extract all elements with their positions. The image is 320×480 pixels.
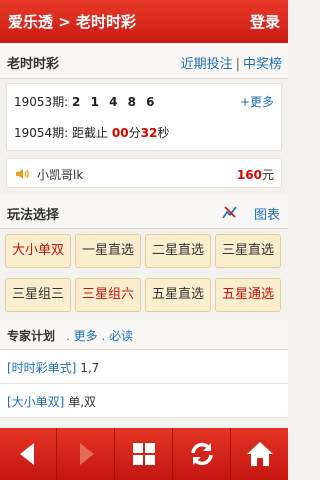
seconds-unit: 秒 [157,126,170,140]
expert-plan-title: 专家计划 [7,329,56,343]
plan-text: [大小单双] 单,双 [7,393,96,410]
breadcrumb-title[interactable]: 爱乐透 > 老时时彩 [8,11,136,32]
bottom-toolbar [0,428,288,480]
countdown-row: 19054期: 距截止 00分32秒 [14,124,169,141]
plan-tag: [时时彩单式] [7,361,77,375]
home-icon [247,442,273,466]
expert-plan-links[interactable]: . 更多 . 必读 [66,327,133,344]
more-draws-link[interactable]: +更多 [240,93,274,110]
draw-info-box: 19053期: 2 1 4 8 6 +更多 19054期: 距截止 00分32秒 [6,83,282,151]
refresh-icon [191,442,213,466]
plan-value: 1,7 [76,361,100,375]
winner-amount: 160元 [237,166,274,183]
minutes-unit: 分 [128,126,141,140]
countdown-minutes: 00 [111,126,129,140]
play-option[interactable]: 一星直选 [75,234,141,268]
play-option[interactable]: 五星直选 [145,278,211,312]
next-issue: 19054期: [14,126,69,140]
play-option[interactable]: 五星通选 [215,278,281,312]
winner-ticker[interactable]: 小凯哥lk 160元 [6,158,282,188]
sub-links: 近期投注 | 中奖榜 [181,53,282,72]
app-header: 爱乐透 > 老时时彩 登录 [0,0,288,43]
last-numbers: 2 1 4 8 6 [72,95,158,109]
lottery-name: 老时时彩 [7,57,60,72]
home-button[interactable] [232,428,289,480]
back-icon [20,443,34,465]
forward-button[interactable] [58,428,115,480]
plan-value: 单,双 [64,395,97,409]
refresh-button[interactable] [174,428,231,480]
last-issue: 19053期: [14,95,69,109]
chart-icon[interactable] [222,204,238,220]
play-option[interactable]: 三星直选 [215,234,281,268]
winner-username: 小凯哥lk [37,168,84,182]
winner-amount-value: 160 [236,168,262,182]
last-draw-row: 19053期: 2 1 4 8 6 [14,93,158,110]
recent-bets-link[interactable]: 近期投注 [181,57,233,72]
plan-text: [时时彩单式] 1,7 [7,359,99,376]
speaker-icon [16,169,29,179]
expert-plan-header: 专家计划 . 更多 . 必读 [0,320,288,350]
plan-tag: [大小单双] [7,395,65,409]
plan-item[interactable]: [时时彩单式] 1,7 [0,350,288,384]
play-option[interactable]: 二星直选 [145,234,211,268]
countdown-prefix: 距截止 [72,126,109,140]
lottery-bar: 老时时彩 近期投注 | 中奖榜 [0,43,288,79]
plan-item[interactable]: [大小单双] 单,双 [0,384,288,418]
login-button[interactable]: 登录 [250,11,280,32]
play-option[interactable]: 三星组六 [75,278,141,312]
link-separator: | [235,57,240,72]
grid-icon [133,443,155,465]
chart-link[interactable]: 图表 [254,204,280,223]
play-section-header: 玩法选择 图表 [0,195,288,229]
winners-list-link[interactable]: 中奖榜 [243,57,282,72]
winner-amount-unit: 元 [261,168,274,182]
countdown-seconds: 32 [140,126,158,140]
forward-icon [80,443,94,465]
play-section-title: 玩法选择 [7,208,60,223]
play-option[interactable]: 大小单双 [5,234,71,268]
back-button[interactable] [0,428,57,480]
play-option[interactable]: 三星组三 [5,278,71,312]
menu-button[interactable] [116,428,173,480]
